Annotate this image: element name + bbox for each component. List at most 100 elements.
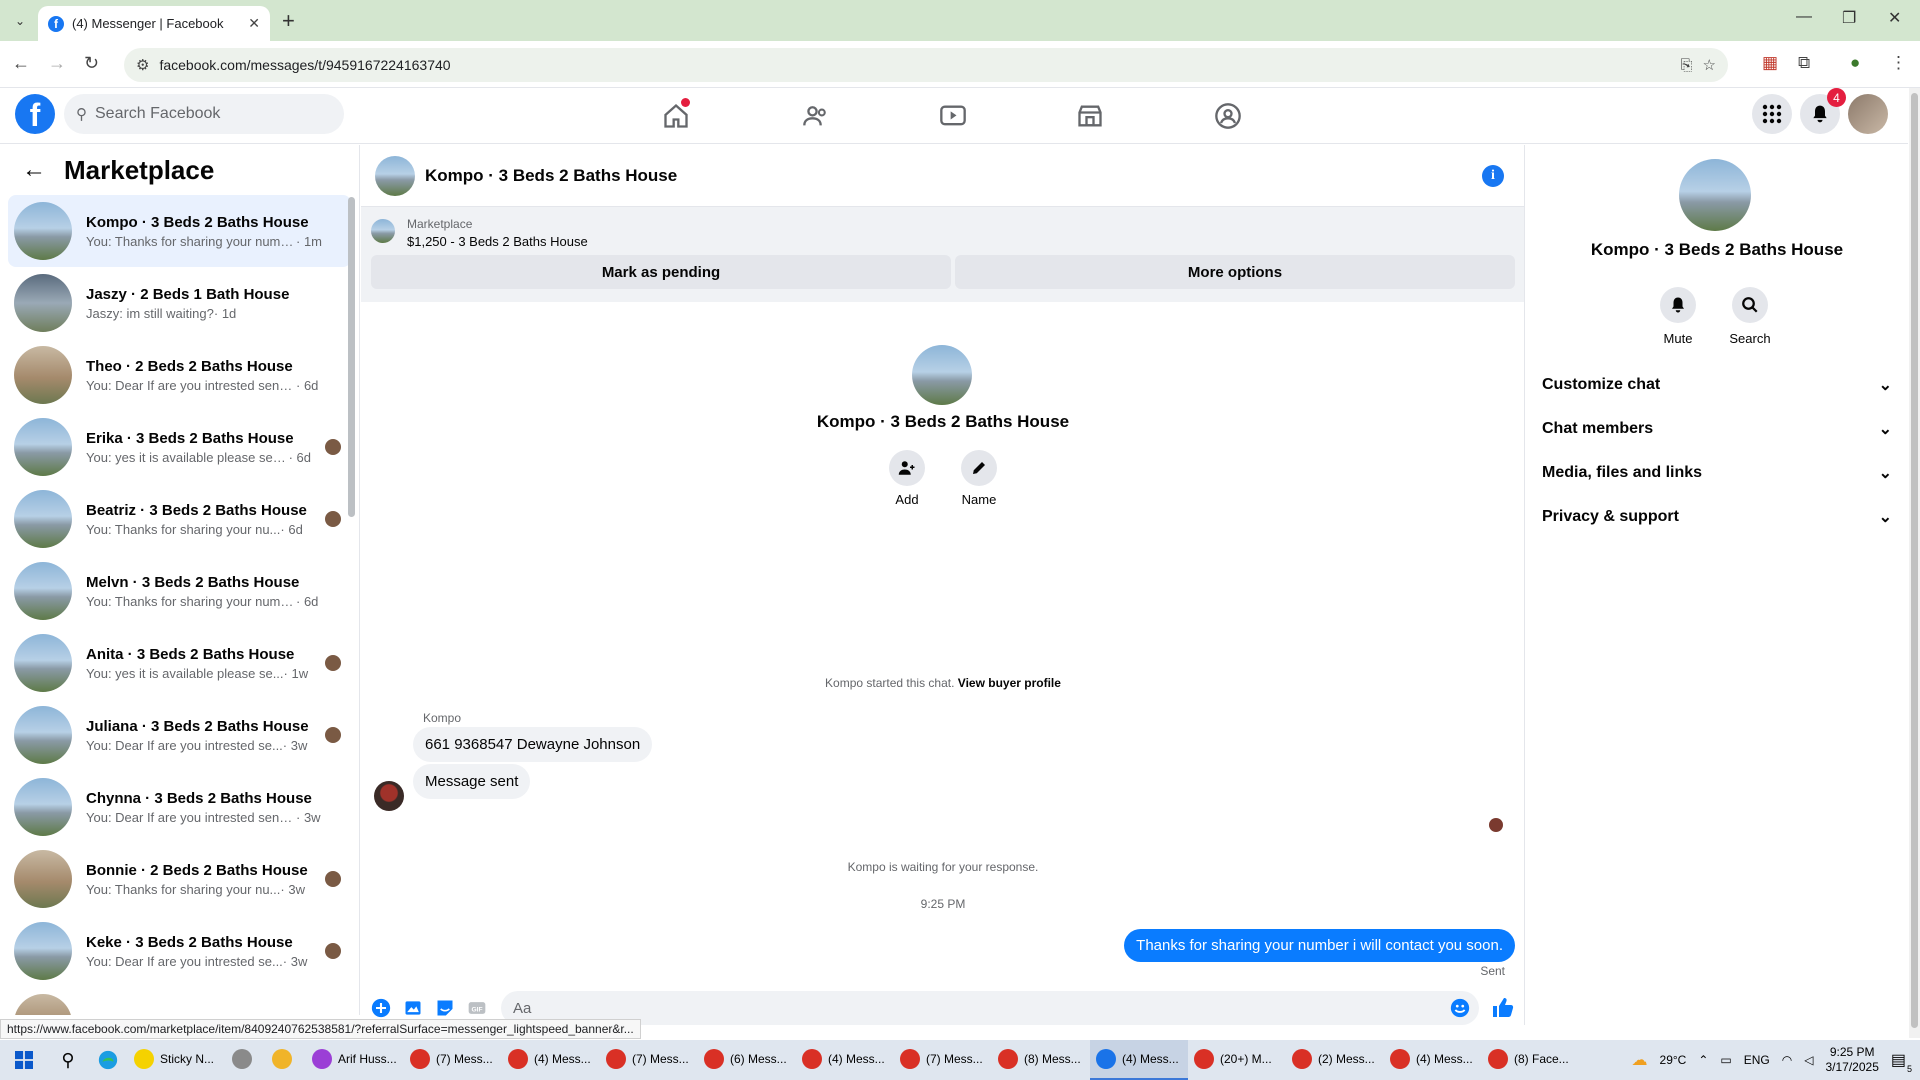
outgoing-message-bubble[interactable]: Thanks for sharing your number i will co… — [1124, 929, 1515, 962]
listing-thumbnail[interactable] — [371, 219, 395, 243]
bookmark-star-icon[interactable]: ☆ — [1703, 56, 1716, 74]
conversation-item[interactable]: Jaszy · 2 Beds 1 Bath House Jaszy: im sti… — [8, 267, 351, 339]
minimize-icon[interactable]: — — [1796, 8, 1812, 26]
taskbar-app-button[interactable]: (6) Mess... — [698, 1040, 796, 1080]
taskbar-app-button[interactable]: (4) Mess... — [1090, 1040, 1188, 1080]
marketplace-nav-icon[interactable] — [1070, 100, 1110, 132]
network-icon[interactable]: ▭ — [1720, 1053, 1731, 1067]
taskbar-clock[interactable]: 9:25 PM 3/17/2025 — [1825, 1045, 1878, 1075]
home-nav-icon[interactable] — [656, 98, 696, 132]
listing-price[interactable]: $1,250 - 3 Beds 2 Baths House — [407, 234, 588, 249]
mark-as-pending-button[interactable]: Mark as pending — [371, 255, 951, 289]
address-bar[interactable]: ⚙ facebook.com/messages/t/94591672241637… — [124, 48, 1728, 82]
account-avatar[interactable] — [1848, 94, 1888, 134]
taskbar-app-button[interactable] — [266, 1040, 306, 1080]
thumbs-up-icon[interactable] — [1491, 996, 1515, 1020]
temperature-text[interactable]: 29°C — [1660, 1053, 1687, 1067]
taskbar-app-button[interactable]: (7) Mess... — [404, 1040, 502, 1080]
taskbar-app-button[interactable]: (4) Mess... — [502, 1040, 600, 1080]
view-buyer-profile-link[interactable]: View buyer profile — [958, 676, 1061, 690]
extensions-puzzle-icon[interactable]: ⧉ — [1798, 53, 1810, 73]
conversation-item[interactable]: Chynna · 3 Beds 2 Baths House You: Dear I… — [8, 771, 351, 843]
conversation-item[interactable]: Kompo · 3 Beds 2 Baths House You: Thanks … — [8, 195, 351, 267]
windows-start-icon[interactable] — [0, 1040, 48, 1080]
plus-actions-icon[interactable] — [369, 996, 393, 1020]
taskbar-app-button[interactable]: (4) Mess... — [796, 1040, 894, 1080]
conversation-item[interactable]: Keke · 3 Beds 2 Baths House You: Dear If … — [8, 915, 351, 987]
facebook-search[interactable]: ⚲ — [64, 94, 344, 134]
back-icon[interactable]: ← — [12, 53, 30, 74]
gif-icon[interactable]: GIF — [465, 996, 489, 1020]
notifications-bell-icon[interactable]: 4 — [1800, 88, 1846, 134]
back-arrow-icon[interactable]: ← — [22, 156, 46, 184]
details-avatar[interactable] — [1679, 159, 1751, 231]
language-indicator[interactable]: ENG — [1744, 1053, 1770, 1067]
reload-icon[interactable]: ↻ — [84, 53, 99, 74]
section-chat-members[interactable]: Chat members ⌄ — [1542, 411, 1892, 447]
conversation-item[interactable]: Erika · 3 Beds 2 Baths House You: yes it … — [8, 411, 351, 483]
intro-avatar[interactable] — [912, 345, 972, 405]
page-scrollbar[interactable] — [1909, 88, 1920, 1038]
taskbar-app-button[interactable]: (8) Mess... — [992, 1040, 1090, 1080]
tab-close-icon[interactable]: ✕ — [248, 15, 260, 32]
notification-center-icon[interactable]: ▤ 5 — [1891, 1050, 1912, 1074]
volume-icon[interactable]: ◁ — [1804, 1053, 1813, 1067]
taskbar-app-button[interactable] — [226, 1040, 266, 1080]
install-app-icon[interactable]: ⎘ — [1681, 57, 1693, 74]
incoming-message-bubble[interactable]: 661 9368547 Dewayne Johnson — [413, 727, 653, 762]
taskbar-app-button[interactable]: (7) Mess... — [600, 1040, 698, 1080]
friends-nav-icon[interactable] — [796, 100, 836, 132]
incoming-message-bubble[interactable]: Message sent — [413, 764, 531, 799]
site-info-icon[interactable]: ⚙ — [136, 56, 149, 74]
conversation-item[interactable]: Juliana · 3 Beds 2 Baths House You: Dear … — [8, 699, 351, 771]
conversation-item[interactable]: Anita · 3 Beds 2 Baths House You: yes it … — [8, 627, 351, 699]
tray-chevron-up-icon[interactable]: ⌃ — [1698, 1053, 1708, 1067]
emoji-icon[interactable] — [1449, 997, 1471, 1023]
add-people-button[interactable]: Add — [877, 450, 937, 507]
page-scrollbar-thumb[interactable] — [1911, 93, 1918, 1028]
conversation-item[interactable]: Beatriz · 3 Beds 2 Baths House You: Thank… — [8, 483, 351, 555]
info-icon[interactable]: i — [1482, 164, 1504, 187]
wifi-icon[interactable]: ◠ — [1782, 1053, 1792, 1067]
search-input[interactable] — [95, 105, 315, 123]
browser-tab-active[interactable]: f (4) Messenger | Facebook ✕ — [38, 6, 270, 41]
mute-button[interactable]: Mute — [1648, 287, 1708, 346]
sticker-icon[interactable] — [433, 996, 457, 1020]
taskbar-app-button[interactable]: (7) Mess... — [894, 1040, 992, 1080]
edge-browser-icon[interactable] — [88, 1040, 128, 1080]
sidebar-scrollbar[interactable] — [348, 197, 355, 517]
browser-menu-icon[interactable]: ⋮ — [1890, 53, 1907, 73]
groups-nav-icon[interactable] — [1208, 100, 1248, 132]
chat-avatar[interactable] — [375, 155, 415, 196]
forward-icon[interactable]: → — [48, 53, 66, 74]
taskbar-app-button[interactable]: Arif Huss... — [306, 1040, 404, 1080]
conversation-item[interactable]: Chris · 2 Beds 2 Baths House — [8, 987, 351, 1015]
message-input-wrapper[interactable] — [501, 991, 1479, 1025]
taskbar-app-button[interactable]: (8) Face... — [1482, 1040, 1580, 1080]
section-media-files-links[interactable]: Media, files and links ⌄ — [1542, 455, 1892, 491]
weather-icon[interactable]: ☁ — [1632, 1050, 1648, 1070]
taskbar-app-button[interactable]: (4) Mess... — [1384, 1040, 1482, 1080]
edit-name-button[interactable]: Name — [949, 450, 1009, 507]
more-options-button[interactable]: More options — [955, 255, 1515, 289]
taskbar-app-button[interactable]: Sticky N... — [128, 1040, 226, 1080]
taskbar-app-button[interactable]: (2) Mess... — [1286, 1040, 1384, 1080]
tab-search-chevron-icon[interactable]: ⌄ — [8, 9, 32, 33]
attach-photo-icon[interactable] — [401, 996, 425, 1020]
taskbar-search-icon[interactable]: ⚲ — [48, 1040, 88, 1080]
sender-avatar[interactable] — [374, 781, 404, 811]
restore-icon[interactable]: ❐ — [1842, 8, 1856, 28]
new-tab-icon[interactable]: + — [282, 8, 295, 34]
conversation-item[interactable]: Theo · 2 Beds 2 Baths House You: Dear If … — [8, 339, 351, 411]
section-privacy-support[interactable]: Privacy & support ⌄ — [1542, 499, 1892, 535]
video-nav-icon[interactable] — [933, 100, 973, 132]
extension-icon[interactable]: ▦ — [1762, 53, 1778, 73]
browser-profile-icon[interactable]: ● — [1850, 53, 1860, 73]
conversation-item[interactable]: Melvn · 3 Beds 2 Baths House You: Thanks … — [8, 555, 351, 627]
message-input[interactable] — [513, 999, 1413, 1017]
conversation-item[interactable]: Bonnie · 2 Beds 2 Baths House You: Thanks… — [8, 843, 351, 915]
window-close-icon[interactable]: ✕ — [1888, 8, 1901, 28]
section-customize-chat[interactable]: Customize chat ⌄ — [1542, 367, 1892, 403]
chat-title[interactable]: Kompo · 3 Beds 2 Baths House — [425, 166, 1472, 186]
menu-grid-icon[interactable] — [1752, 94, 1792, 134]
